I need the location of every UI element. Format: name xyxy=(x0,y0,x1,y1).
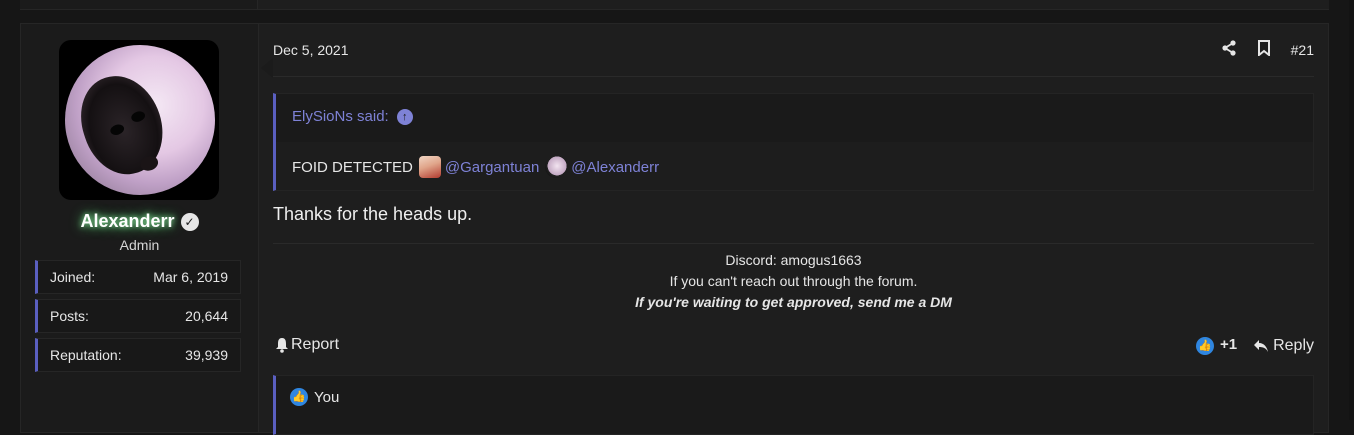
reactions-text[interactable]: You xyxy=(314,389,339,406)
report-button[interactable]: Report xyxy=(275,336,339,354)
reply-label[interactable]: Reply xyxy=(1273,337,1314,355)
post-actions: Report 👍 +1 Reply xyxy=(273,334,1314,358)
user-stats: Joined: Mar 6, 2019 Posts: 20,644 Reputa… xyxy=(35,260,241,377)
like-count[interactable]: +1 xyxy=(1220,336,1237,353)
post-tools: #21 xyxy=(1221,40,1314,59)
mention-avatar xyxy=(418,156,441,178)
quote-header[interactable]: ElySioNs said: ↑ xyxy=(292,108,413,125)
signature-line: If you're waiting to get approved, send … xyxy=(635,294,952,310)
mention-link[interactable]: @Gargantuan xyxy=(445,159,539,176)
stat-label: Joined: xyxy=(50,269,96,285)
scrollbar-edge[interactable] xyxy=(1349,0,1354,420)
post-date[interactable]: Dec 5, 2021 xyxy=(273,42,349,58)
right-actions: 👍 +1 Reply xyxy=(1195,336,1314,355)
quote-content: FOID DETECTED xyxy=(292,158,413,176)
post-main: Dec 5, 2021 #21 ElySioNs said: ↑ FOID DE… xyxy=(261,24,1314,435)
bell-icon xyxy=(276,338,288,353)
stat-value: 20,644 xyxy=(185,308,228,324)
stat-value: Mar 6, 2019 xyxy=(153,269,228,285)
mention-link[interactable]: @Alexanderr xyxy=(571,159,659,176)
quote-text: FOID DETECTED @Gargantuan @Alexanderr xyxy=(292,156,659,178)
like-button[interactable]: 👍 +1 xyxy=(1195,336,1237,355)
quote-author[interactable]: ElySioNs said: xyxy=(292,108,389,125)
signature-line: Discord: amogus1663 xyxy=(725,252,862,268)
quote-body: FOID DETECTED @Gargantuan @Alexanderr xyxy=(276,142,1313,190)
user-title: Admin xyxy=(119,237,160,253)
share-icon[interactable] xyxy=(1221,40,1237,59)
reactions-bar: 👍 You xyxy=(273,375,1314,435)
mention-avatar xyxy=(545,156,568,178)
like-icon: 👍 xyxy=(290,388,308,406)
post-arrow xyxy=(261,58,273,78)
signature-line: If you can't reach out through the forum… xyxy=(669,273,918,289)
divider xyxy=(273,76,1314,77)
reactions-list[interactable]: 👍 You xyxy=(290,388,339,406)
reply-button[interactable]: Reply xyxy=(1253,337,1314,355)
stat-posts: Posts: 20,644 xyxy=(35,299,241,333)
stat-value: 39,939 xyxy=(185,347,228,363)
avatar[interactable] xyxy=(59,40,219,200)
report-label[interactable]: Report xyxy=(291,336,339,354)
signature: Discord: amogus1663 If you can't reach o… xyxy=(273,250,1314,313)
signature-divider xyxy=(273,243,1314,244)
previous-post-edge xyxy=(20,0,1329,10)
post-number[interactable]: #21 xyxy=(1291,42,1314,58)
verified-icon: ✓ xyxy=(180,213,199,231)
username-text[interactable]: Alexanderr xyxy=(80,211,174,231)
forum-post: Alexanderr ✓ Admin Joined: Mar 6, 2019 Po… xyxy=(20,23,1329,435)
like-icon[interactable]: 👍 xyxy=(1195,337,1214,355)
reply-icon xyxy=(1254,339,1269,352)
message-body: Thanks for the heads up. xyxy=(273,204,473,224)
stat-label: Posts: xyxy=(50,308,89,324)
stat-joined: Joined: Mar 6, 2019 xyxy=(35,260,241,294)
stat-label: Reputation: xyxy=(50,347,122,363)
stat-reputation: Reputation: 39,939 xyxy=(35,338,241,372)
quote-block: ElySioNs said: ↑ FOID DETECTED @Gargantu… xyxy=(273,93,1314,191)
bookmark-icon[interactable] xyxy=(1257,40,1271,59)
username[interactable]: Alexanderr ✓ xyxy=(21,211,258,232)
arrow-up-icon[interactable]: ↑ xyxy=(396,108,413,125)
user-cell: Alexanderr ✓ Admin Joined: Mar 6, 2019 Po… xyxy=(21,24,259,432)
